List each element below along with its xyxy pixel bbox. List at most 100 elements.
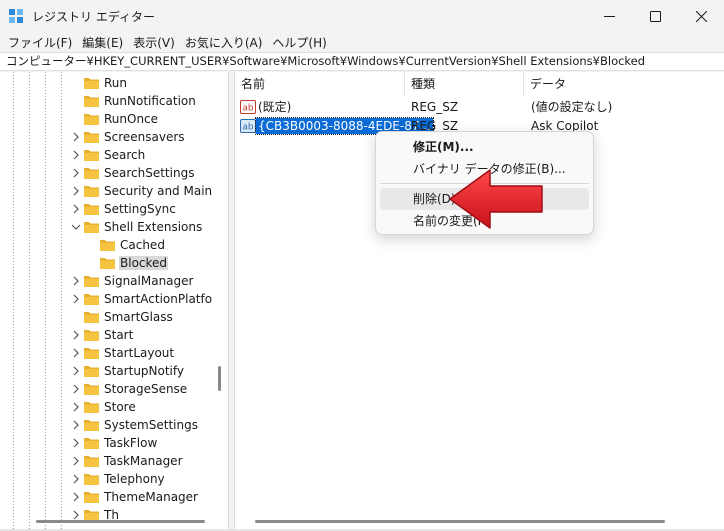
value-type: REG_SZ — [411, 100, 459, 114]
folder-icon — [84, 96, 99, 107]
folder-icon — [84, 366, 99, 377]
tree-item-label: SearchSettings — [104, 166, 195, 180]
tree-item-label: SmartActionPlatform — [104, 292, 229, 306]
list-horizontal-scroll-thumb[interactable] — [255, 520, 665, 523]
tree-scroll-thumb[interactable] — [218, 366, 221, 391]
tree-vertical-scrollbar[interactable] — [212, 72, 228, 531]
address-bar[interactable]: コンピューター¥HKEY_CURRENT_USER¥Software¥Micro… — [0, 52, 724, 71]
minimize-button[interactable] — [586, 0, 632, 32]
chevron-right-icon[interactable] — [71, 330, 81, 340]
tree-item-taskflow[interactable]: TaskFlow — [0, 434, 212, 452]
tree-item-telephony[interactable]: Telephony — [0, 470, 212, 488]
close-icon — [695, 10, 707, 22]
string-value-icon: ab — [240, 100, 256, 114]
folder-icon — [84, 132, 99, 143]
tree-item-run[interactable]: Run — [0, 74, 212, 92]
key-tree[interactable]: Run RunNotification RunOnce Screensavers Sea… — [0, 72, 229, 531]
chevron-right-icon[interactable] — [71, 204, 81, 214]
tree-item-label: Screensavers — [104, 130, 185, 144]
chevron-right-icon[interactable] — [71, 402, 81, 412]
chevron-right-icon[interactable] — [71, 438, 81, 448]
tree-item-runnotification[interactable]: RunNotification — [0, 92, 212, 110]
menu-bar: ファイル(F) 編集(E) 表示(V) お気に入り(A) ヘルプ(H) — [0, 32, 724, 52]
tree-item-signalmanager[interactable]: SignalManager — [0, 272, 212, 290]
tree-item-systemsettings[interactable]: SystemSettings — [0, 416, 212, 434]
tree-item-smartglass[interactable]: SmartGlass — [0, 308, 212, 326]
chevron-right-icon[interactable] — [71, 348, 81, 358]
folder-icon — [84, 312, 99, 323]
tree-item-startlayout[interactable]: StartLayout — [0, 344, 212, 362]
tree-item-shell-extensions[interactable]: Shell Extensions — [0, 218, 212, 236]
tree-item-label: Security and Mainte — [104, 184, 225, 198]
value-name: (既定) — [258, 100, 292, 114]
tree-item-label: Run — [104, 76, 128, 90]
maximize-icon — [649, 10, 661, 22]
folder-icon — [84, 222, 99, 233]
string-value-icon: ab — [240, 119, 256, 133]
folder-icon — [84, 204, 99, 215]
menu-edit[interactable]: 編集(E) — [77, 34, 128, 51]
chevron-right-icon[interactable] — [71, 150, 81, 160]
chevron-right-icon[interactable] — [71, 384, 81, 394]
chevron-right-icon[interactable] — [71, 456, 81, 466]
tree-item-taskmanager[interactable]: TaskManager — [0, 452, 212, 470]
tree-item-label: Shell Extensions — [104, 220, 203, 234]
folder-icon — [84, 294, 99, 305]
tree-item-screensavers[interactable]: Screensavers — [0, 128, 212, 146]
chevron-right-icon[interactable] — [71, 168, 81, 178]
tree-item-cached[interactable]: Cached — [0, 236, 212, 254]
menu-view[interactable]: 表示(V) — [128, 34, 180, 51]
tree-item-label: StartLayout — [104, 346, 175, 360]
tree-item-search[interactable]: Search — [0, 146, 212, 164]
tree-item-store[interactable]: Store — [0, 398, 212, 416]
tree-item-label: Blocked — [119, 256, 169, 270]
tree-item-thememanager[interactable]: ThemeManager — [0, 488, 212, 506]
tree-item-settingsync[interactable]: SettingSync — [0, 200, 212, 218]
value-row-default[interactable]: ab (既定) REG_SZ (値の設定なし) — [235, 98, 724, 116]
tree-item-label: Start — [104, 328, 134, 342]
chevron-right-icon[interactable] — [71, 186, 81, 196]
tree-item-startupnotify[interactable]: StartupNotify — [0, 362, 212, 380]
maximize-button[interactable] — [632, 0, 678, 32]
folder-icon — [84, 330, 99, 341]
column-header-data[interactable]: データ — [524, 72, 724, 96]
folder-icon — [84, 168, 99, 179]
folder-icon — [84, 438, 99, 449]
tree-item-searchsettings[interactable]: SearchSettings — [0, 164, 212, 182]
tree-item-label: SystemSettings — [104, 418, 198, 432]
chevron-right-icon[interactable] — [71, 132, 81, 142]
menu-help[interactable]: ヘルプ(H) — [267, 34, 331, 51]
menu-file[interactable]: ファイル(F) — [3, 34, 77, 51]
tree-item-label: ThemeManager — [104, 490, 198, 504]
chevron-right-icon[interactable] — [71, 420, 81, 430]
tree-item-label: RunOnce — [104, 112, 159, 126]
tree-item-label: RunNotification — [104, 94, 196, 108]
tree-item-security-and-mainte[interactable]: Security and Mainte — [0, 182, 224, 200]
window-title: レジストリ エディター — [32, 10, 155, 24]
minimize-icon — [603, 15, 615, 17]
tree-item-label: StartupNotify — [104, 364, 185, 378]
red-arrow-pointer — [449, 169, 543, 229]
tree-item-start[interactable]: Start — [0, 326, 212, 344]
chevron-right-icon[interactable] — [71, 276, 81, 286]
chevron-down-icon[interactable] — [71, 222, 81, 232]
tree-item-storagesense[interactable]: StorageSense — [0, 380, 212, 398]
tree-item-runonce[interactable]: RunOnce — [0, 110, 212, 128]
tree-item-label: TaskFlow — [104, 436, 158, 450]
chevron-right-icon[interactable] — [71, 492, 81, 502]
tree-item-smartactionplatform[interactable]: SmartActionPlatform — [0, 290, 228, 308]
tree-item-blocked[interactable]: Blocked — [0, 254, 212, 272]
chevron-right-icon[interactable] — [71, 474, 81, 484]
column-header-type[interactable]: 種類 — [405, 72, 524, 96]
chevron-right-icon[interactable] — [71, 366, 81, 376]
close-button[interactable] — [678, 0, 724, 32]
tree-horizontal-scroll-thumb[interactable] — [36, 520, 205, 523]
context-item-modify[interactable]: 修正(M)... — [380, 136, 589, 158]
folder-icon — [100, 240, 115, 251]
menu-favorites[interactable]: お気に入り(A) — [180, 34, 268, 51]
registry-editor-icon — [9, 9, 23, 23]
chevron-right-icon[interactable] — [71, 510, 81, 520]
folder-icon — [84, 150, 99, 161]
column-header-name[interactable]: 名前 — [235, 72, 405, 96]
chevron-right-icon[interactable] — [71, 294, 81, 304]
